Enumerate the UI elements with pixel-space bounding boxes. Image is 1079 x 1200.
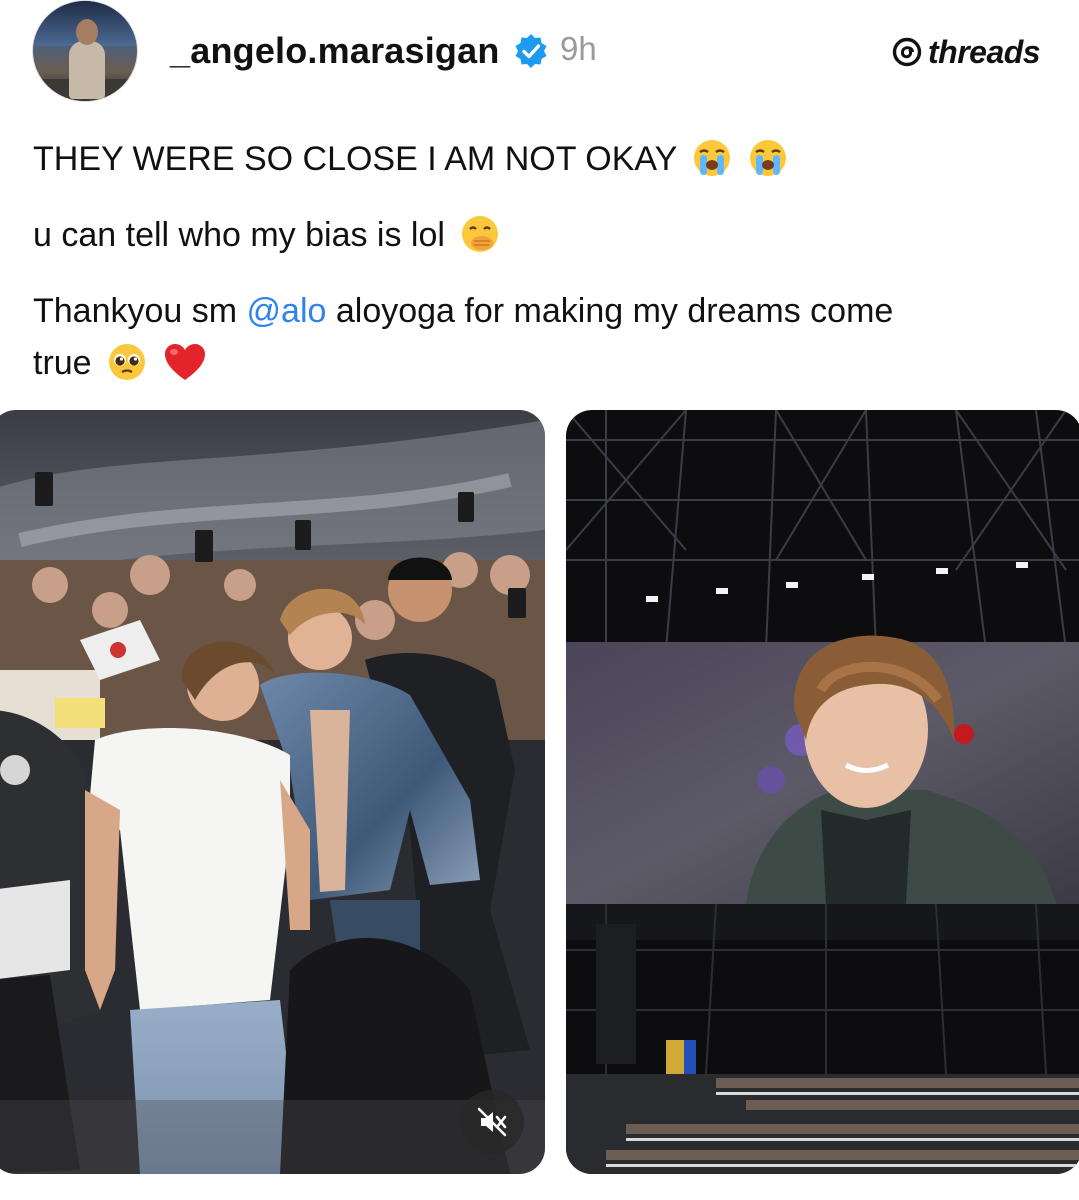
threads-brand: threads: [890, 32, 1041, 72]
muted-speaker-icon: [477, 1107, 507, 1137]
threads-logo-icon: [892, 37, 922, 67]
loudly-crying-face-emoji: [694, 140, 731, 176]
post-time: 9h: [560, 30, 597, 67]
mention-alo[interactable]: @alo: [247, 292, 327, 330]
red-heart-emoji: [164, 344, 205, 380]
media-photo[interactable]: [566, 410, 1079, 1174]
pleading-face-emoji: [109, 344, 146, 380]
loudly-crying-face-emoji: [749, 140, 786, 176]
threads-wordmark: threads: [928, 33, 1041, 70]
mute-toggle-button[interactable]: [460, 1090, 524, 1154]
username[interactable]: _angelo.marasigan: [170, 30, 500, 72]
verified-badge-icon: [515, 34, 547, 68]
post-line-1: THEY WERE SO CLOSE I AM NOT OKAY: [33, 136, 788, 182]
concert-crowd-video-frame: [0, 410, 545, 1174]
post-line-2: u can tell who my bias is lol: [33, 212, 500, 258]
stadium-screen-photo: [566, 410, 1079, 1174]
media-video[interactable]: [0, 410, 545, 1174]
post-line-3: Thankyou sm @alo aloyoga for making my d…: [33, 292, 894, 330]
post-header: _angelo.marasigan 9h threads: [0, 0, 1079, 110]
profile-avatar[interactable]: [32, 0, 138, 102]
face-with-hand-over-mouth-emoji: [462, 216, 499, 252]
post-line-4: true: [33, 340, 207, 386]
